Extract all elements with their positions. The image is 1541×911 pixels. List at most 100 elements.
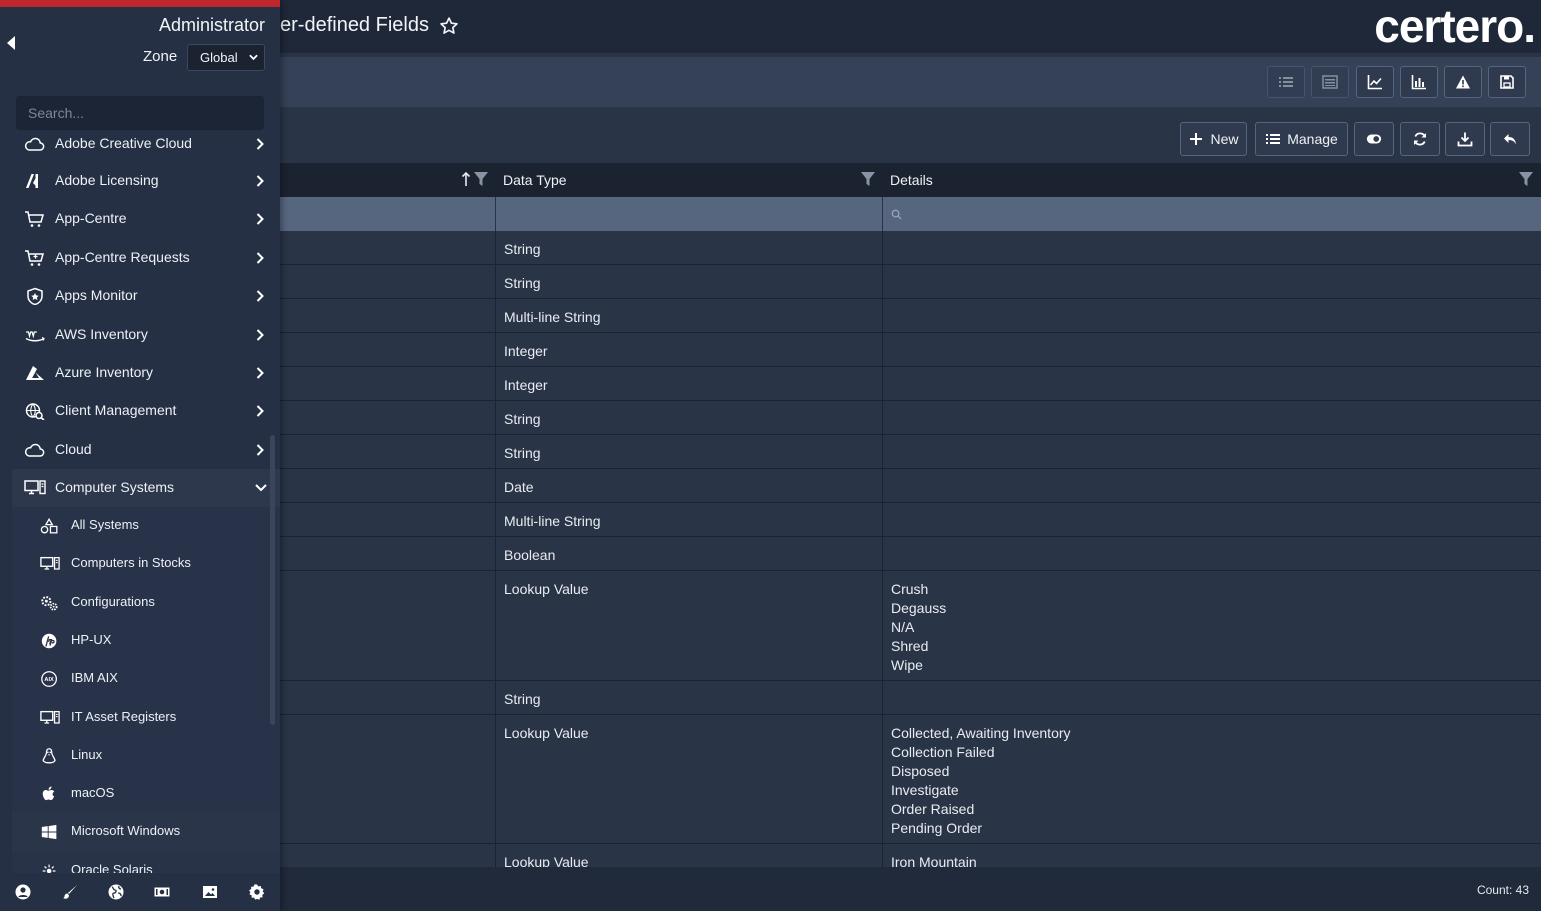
sidebar-item-adobe-creative-cloud[interactable]: Adobe Creative Cloud [0, 135, 280, 163]
cart-icon [25, 211, 44, 227]
sidebar-subitem-ibm-aix[interactable]: AIX IBM AIX [12, 660, 280, 698]
sidebar-subitem-it-asset-registers[interactable]: IT Asset Registers [12, 699, 280, 737]
filter-icon[interactable] [861, 172, 875, 186]
certero-logo: certero. [1374, 0, 1536, 52]
sidebar-item-aws-inventory[interactable]: AWS Inventory [0, 316, 280, 354]
sidebar-subitem-linux[interactable]: Linux [12, 737, 280, 775]
paint-brush-icon[interactable] [62, 884, 78, 900]
details-cell [883, 469, 1541, 502]
manage-button-label: Manage [1287, 131, 1338, 147]
sidebar-menu: Adobe Creative Cloud Adobe Licensing App-C… [0, 135, 280, 875]
data-type-cell: String [496, 401, 883, 434]
data-type-cell: Lookup Value [496, 571, 883, 680]
sidebar-item-label: Cloud [55, 441, 92, 457]
filter-icon[interactable] [474, 172, 488, 186]
search-icon [891, 209, 902, 220]
sidebar-item-app-centre-requests[interactable]: App-Centre Requests [0, 239, 280, 277]
line-chart-button[interactable] [1356, 66, 1394, 98]
sidebar-subitem-label: HP-UX [71, 631, 112, 647]
details-cell [883, 299, 1541, 332]
collapse-sidebar-icon[interactable] [5, 35, 17, 51]
computer-systems-submenu: All Systems Computers in Stocks Configurat… [12, 507, 280, 875]
refresh-button[interactable] [1400, 122, 1440, 156]
globe-icon[interactable] [108, 884, 124, 900]
new-button-label: New [1210, 131, 1239, 147]
sidebar-item-azure-inventory[interactable]: Azure Inventory [0, 354, 280, 392]
save-view-button[interactable] [1488, 66, 1526, 98]
sidebar-subitem-configurations[interactable]: Configurations [12, 584, 280, 622]
menu-search-input[interactable]: Search... [16, 96, 264, 130]
data-type-cell: Lookup Value [496, 715, 883, 843]
sidebar-subitem-label: Computers in Stocks [71, 555, 191, 571]
alerts-button[interactable] [1444, 66, 1482, 98]
sidebar-scrollbar[interactable] [270, 435, 275, 725]
sidebar-subitem-macos[interactable]: macOS [12, 775, 280, 813]
image-icon[interactable] [202, 884, 218, 900]
details-value: Wipe [891, 657, 923, 673]
sidebar-item-client-management[interactable]: Client Management [0, 392, 280, 430]
bar-chart-button[interactable] [1400, 66, 1438, 98]
details-value: Crush [891, 581, 929, 597]
sidebar-item-adobe-licensing[interactable]: Adobe Licensing [0, 162, 280, 200]
linux-icon [42, 747, 56, 764]
shapes-icon [40, 517, 58, 534]
details-cell [883, 435, 1541, 468]
sidebar-subitem-oracle-solaris[interactable]: Oracle Solaris [12, 852, 280, 875]
sidebar-item-computer-systems[interactable]: Computer Systems [12, 469, 280, 507]
toggle-button[interactable] [1354, 122, 1394, 156]
column-header-details[interactable]: Details [882, 163, 1540, 197]
favorite-star-icon[interactable] [439, 16, 459, 36]
detail-view-button[interactable] [1311, 66, 1349, 98]
sort-ascending-icon[interactable] [460, 171, 472, 187]
manage-button[interactable]: Manage [1255, 122, 1348, 156]
user-icon[interactable] [15, 884, 31, 900]
settings-gear-icon[interactable] [249, 884, 265, 900]
details-value: Collection Failed [891, 744, 995, 760]
details-value: Degauss [891, 600, 947, 616]
chevron-right-icon [256, 175, 264, 187]
sidebar-item-apps-monitor[interactable]: Apps Monitor [0, 277, 280, 315]
column-header-data-type[interactable]: Data Type [495, 163, 882, 197]
sidebar-item-label: Apps Monitor [55, 287, 138, 303]
sidebar-subitem-label: Microsoft Windows [71, 823, 181, 839]
plus-icon [1190, 133, 1203, 145]
download-icon [1457, 132, 1473, 147]
page-title: er-defined Fields [280, 14, 459, 37]
details-filter-input[interactable] [883, 197, 1541, 231]
list-icon [1266, 134, 1281, 144]
sidebar-subitem-computers-in-stocks[interactable]: Computers in Stocks [12, 545, 280, 583]
sidebar-subitem-all-systems[interactable]: All Systems [12, 507, 280, 545]
refresh-icon [1414, 132, 1426, 146]
details-cell [883, 537, 1541, 570]
sidebar: Administrator Zone Global Search... Adob… [0, 0, 280, 911]
data-type-cell: String [496, 435, 883, 468]
user-name[interactable]: Administrator [159, 15, 265, 36]
details-cell [883, 367, 1541, 400]
sidebar-item-cloud[interactable]: Cloud [0, 431, 280, 469]
list-view-button[interactable] [1267, 66, 1305, 98]
details-cell [883, 265, 1541, 298]
filter-icon[interactable] [1519, 172, 1533, 186]
sidebar-item-label: Adobe Creative Cloud [55, 135, 192, 151]
data-type-cell: Lookup Value [496, 844, 883, 867]
details-value: Order Raised [891, 801, 975, 817]
chevron-right-icon [256, 405, 264, 417]
new-button[interactable]: New [1180, 122, 1247, 156]
chevron-right-icon [256, 138, 264, 150]
money-icon[interactable] [154, 884, 170, 900]
data-type-filter-input[interactable] [496, 197, 883, 231]
warning-icon [1456, 75, 1470, 89]
sidebar-subitem-hp-ux[interactable]: HP-UX [12, 622, 280, 660]
sidebar-subitem-label: Linux [71, 746, 103, 762]
sidebar-item-label: Adobe Licensing [55, 172, 159, 188]
chevron-right-icon [256, 444, 264, 456]
data-type-cell: Integer [496, 333, 883, 366]
zone-label: Zone [143, 48, 178, 65]
sidebar-subitem-microsoft-windows[interactable]: Microsoft Windows [12, 813, 280, 852]
sidebar-item-app-centre[interactable]: App-Centre [0, 200, 280, 238]
export-button[interactable] [1445, 122, 1485, 156]
sidebar-footer [0, 873, 280, 911]
details-value: Pending Order [891, 820, 983, 836]
zone-select[interactable]: Global [187, 44, 265, 71]
back-button[interactable] [1490, 122, 1530, 156]
